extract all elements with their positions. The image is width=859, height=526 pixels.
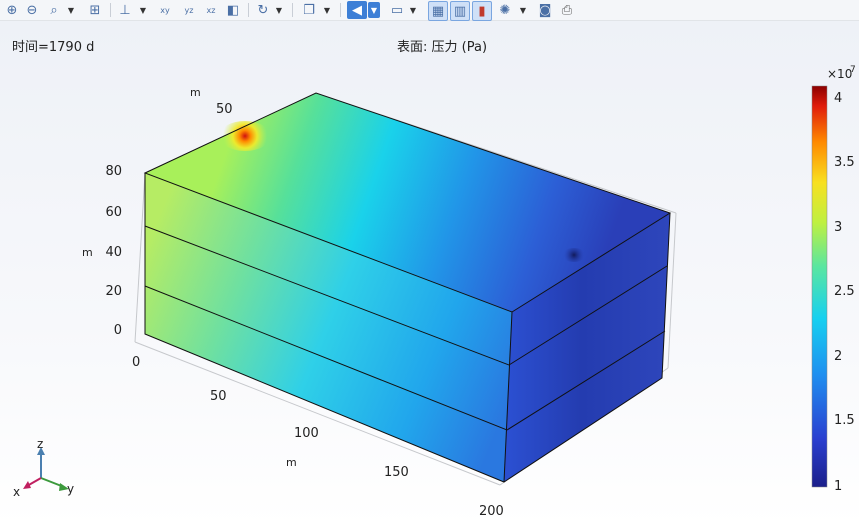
graphics-window[interactable]: 时间=1790 d 表面: 压力 (Pa) 80 60 40 20 0 m 50… xyxy=(0,21,859,526)
view-xz-icon[interactable]: xz xyxy=(202,1,220,19)
x-tick-50: 50 xyxy=(210,389,227,404)
colorbar-tick-4: 4 xyxy=(834,91,842,106)
y-tick-50: 50 xyxy=(216,102,233,117)
y-axis-unit: m xyxy=(190,86,201,99)
axis-triad: z y x xyxy=(13,437,74,499)
reset-dropdown-arrow[interactable]: ▼ xyxy=(274,2,284,18)
triad-z-label: z xyxy=(37,437,43,451)
colorbar xyxy=(811,85,828,488)
colorbar-tick-1: 1 xyxy=(834,479,842,494)
colorbar-tick-3: 3 xyxy=(834,220,842,235)
x-axis-unit: m xyxy=(286,456,297,469)
scene-dropdown-arrow[interactable]: ▼ xyxy=(322,2,332,18)
render-dropdown-arrow[interactable]: ▼ xyxy=(408,2,418,18)
low-pressure-spot xyxy=(562,248,586,262)
print-icon[interactable]: ⎙ xyxy=(558,1,576,19)
axis-orientation-icon[interactable]: ⊥ xyxy=(116,1,134,19)
view-yz-icon[interactable]: yz xyxy=(180,1,198,19)
colorbar-tick-1.5: 1.5 xyxy=(834,413,855,428)
show-grid-icon[interactable]: ▦ xyxy=(428,1,448,21)
show-axis-icon[interactable]: ▥ xyxy=(450,1,470,21)
view-3d-icon[interactable]: ◧ xyxy=(224,1,242,19)
scene-light-icon[interactable]: ❐ xyxy=(300,1,318,19)
animate-icon[interactable]: ✺ xyxy=(496,1,514,19)
zoom-box-icon[interactable]: ⌕ xyxy=(46,1,62,19)
z-tick-80: 80 xyxy=(105,164,122,179)
render-mode-icon[interactable]: ▭ xyxy=(388,1,406,19)
transparency-dropdown-arrow[interactable]: ▼ xyxy=(368,2,380,18)
zoom-out-icon[interactable]: ⊖ xyxy=(24,1,40,19)
z-tick-0: 0 xyxy=(114,323,122,338)
z-tick-20: 20 xyxy=(105,284,122,299)
graphics-toolbar: ⊕ ⊖ ⌕ ▼ ⊞ ⊥ ▼ xy yz xz ◧ ↻ ▼ ❐ ▼ ◀ ▼ ▭ ▼… xyxy=(0,0,859,21)
x-tick-200: 200 xyxy=(479,504,504,519)
orientation-dropdown-arrow[interactable]: ▼ xyxy=(138,2,148,18)
zoom-in-icon[interactable]: ⊕ xyxy=(4,1,20,19)
zoom-extents-icon[interactable]: ⊞ xyxy=(86,1,104,19)
snapshot-icon[interactable]: ◙ xyxy=(536,1,554,19)
toolbar-separator xyxy=(340,3,341,17)
colorbar-tick-3.5: 3.5 xyxy=(834,155,855,170)
animate-dropdown-arrow[interactable]: ▼ xyxy=(518,2,528,18)
show-legend-icon[interactable]: ▮ xyxy=(472,1,492,21)
triad-x-label: x xyxy=(13,485,20,499)
view-xy-icon[interactable]: xy xyxy=(156,1,174,19)
3d-plot-canvas[interactable]: 80 60 40 20 0 m 50 m 0 50 100 150 200 m … xyxy=(0,21,859,526)
x-tick-0: 0 xyxy=(132,355,140,370)
z-axis-ticks: 80 60 40 20 0 xyxy=(105,164,122,338)
colorbar-tick-2: 2 xyxy=(834,349,842,364)
toolbar-separator xyxy=(248,3,249,17)
transparency-icon[interactable]: ◀ xyxy=(347,1,367,19)
z-axis-unit: m xyxy=(82,246,93,259)
toolbar-separator xyxy=(292,3,293,17)
y-axis-ticks: 50 xyxy=(216,102,233,117)
colorbar-exponent: 7 xyxy=(850,65,856,75)
x-tick-150: 150 xyxy=(384,465,409,480)
x-tick-100: 100 xyxy=(294,426,319,441)
toolbar-separator xyxy=(110,3,111,17)
colorbar-tick-2.5: 2.5 xyxy=(834,284,855,299)
high-pressure-spot xyxy=(219,121,271,151)
triad-y-label: y xyxy=(67,482,74,496)
colorbar-exponent-base: ×10 xyxy=(827,67,852,81)
z-tick-60: 60 xyxy=(105,205,122,220)
zoom-dropdown-arrow[interactable]: ▼ xyxy=(66,2,76,18)
color-legend: ×10 7 4 3.5 3 2.5 2 1.5 1 xyxy=(811,65,856,494)
z-tick-40: 40 xyxy=(105,245,122,260)
reset-view-icon[interactable]: ↻ xyxy=(254,1,272,19)
